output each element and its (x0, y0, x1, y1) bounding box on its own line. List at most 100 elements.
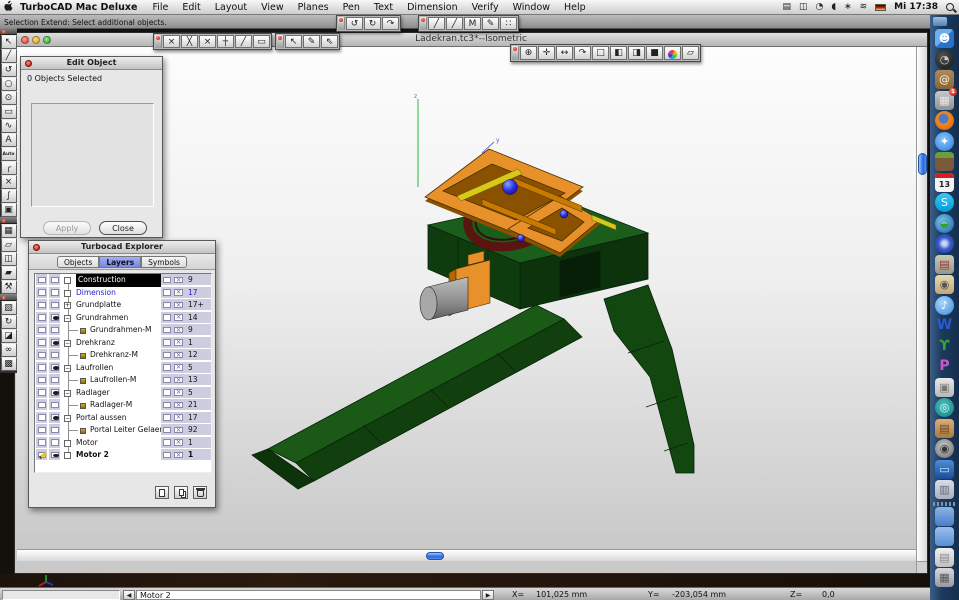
layer-visibility-cell[interactable] (49, 336, 61, 349)
text-tool[interactable]: A (0, 133, 17, 147)
dock-preview[interactable]: ▦ 1 (935, 87, 957, 110)
ellipse-tool[interactable]: ⊙ (0, 91, 17, 105)
rotate-view-tool[interactable]: ↷ (574, 46, 591, 60)
box-3d-tool[interactable]: ▧ (0, 301, 17, 315)
layer-row[interactable]: − Portal aussen × 17 (35, 411, 211, 425)
visibility-checkbox[interactable] (50, 414, 59, 421)
explorer-title-bar[interactable]: Turbocad Explorer (29, 241, 215, 254)
visibility-checkbox[interactable] (50, 339, 59, 346)
extrude-tool[interactable]: ◫ (0, 252, 17, 266)
time-machine-icon[interactable]: ◔ (815, 2, 823, 12)
dock-messenger[interactable]: ϒ (935, 337, 954, 356)
airport-fan-icon[interactable]: ∗ (844, 2, 852, 12)
layer-visibility-cell[interactable] (49, 424, 61, 437)
layer-edit-cell[interactable] (36, 274, 48, 287)
layer-name[interactable]: Grundplatte (76, 299, 121, 312)
horizontal-scroll-thumb[interactable] (426, 551, 444, 560)
document-title-bar[interactable]: Ladekran.tc3*--Isometric (15, 33, 927, 47)
duplicate-tool[interactable]: ▣ (0, 203, 17, 217)
layer-name[interactable]: Motor (76, 437, 98, 450)
edit-checkbox[interactable] (37, 376, 46, 383)
slab-tool[interactable]: ▰ (0, 266, 17, 280)
tree-node-toggle[interactable] (64, 452, 71, 459)
input-language-flag-icon[interactable] (875, 3, 887, 11)
edit-checkbox[interactable] (37, 339, 46, 346)
snap-cursor-tool[interactable]: ▭ (253, 35, 270, 48)
layer-edit-cell[interactable] (36, 436, 48, 449)
layer-x-box[interactable]: × (174, 389, 183, 396)
sync-icon[interactable]: ▤ (782, 2, 791, 12)
layer-edit-cell[interactable] (36, 424, 48, 437)
tree-node-toggle[interactable]: − (64, 314, 71, 322)
vertical-scrollbar[interactable] (916, 47, 927, 561)
layer-x-box[interactable]: × (174, 301, 183, 308)
visibility-checkbox[interactable] (50, 451, 59, 458)
edit-checkbox[interactable] (37, 414, 46, 421)
layer-row[interactable]: Laufrollen-M × 13 (35, 374, 211, 387)
select-tool[interactable]: ↖ (0, 35, 17, 49)
window-close-button[interactable] (21, 36, 29, 44)
visibility-checkbox[interactable] (50, 376, 59, 383)
layer-checkbox[interactable] (163, 326, 171, 333)
layer-row[interactable]: Radlager-M × 21 (35, 399, 211, 412)
tab-layers[interactable]: Layers (99, 256, 142, 268)
volume-icon[interactable]: ◖ (831, 2, 836, 12)
menu-file[interactable]: File (145, 2, 175, 13)
layer-x-box[interactable]: × (174, 276, 183, 283)
layer-checkbox[interactable] (163, 364, 171, 371)
tool-section-grip[interactable] (0, 294, 17, 301)
dock-address-book[interactable]: @ (935, 70, 954, 89)
active-layer-combo[interactable]: Motor 2 (136, 589, 481, 600)
dock-remote-desktop[interactable]: ▭ (935, 459, 954, 479)
dock-ical[interactable]: 13 (935, 172, 954, 192)
layer-edit-cell[interactable] (36, 324, 48, 337)
next-layer-button[interactable]: ▶ (482, 589, 494, 600)
visibility-checkbox[interactable] (50, 426, 59, 433)
dock-downloads-stack[interactable]: ▤ (935, 547, 954, 567)
layer-checkbox[interactable] (163, 401, 171, 408)
layer-row[interactable]: − Drehkranz × 1 (35, 336, 211, 350)
tree-node-toggle[interactable]: + (64, 302, 71, 309)
layer-checkbox[interactable] (163, 426, 171, 433)
visibility-checkbox[interactable] (50, 364, 59, 371)
layer-row[interactable]: Dimension × 17 (35, 286, 211, 300)
spline-tool[interactable]: ∿ (0, 119, 17, 133)
render-3d-tool[interactable]: ▩ (0, 357, 17, 371)
layer-x-box[interactable]: × (174, 289, 183, 296)
layer-checkbox[interactable] (163, 451, 171, 458)
palette-close-button[interactable] (25, 60, 32, 67)
wifi-icon[interactable]: ≋ (860, 2, 868, 12)
layer-row[interactable]: + Grundplatte × 17+ (35, 299, 211, 312)
mesh-tool[interactable]: ▦ (0, 224, 17, 238)
visibility-checkbox[interactable] (50, 314, 59, 321)
close-button[interactable]: Close (99, 221, 147, 235)
layer-edit-cell[interactable] (36, 386, 48, 399)
arc-tool[interactable]: ↺ (0, 63, 17, 77)
visibility-checkbox[interactable] (50, 351, 59, 358)
tree-node-toggle[interactable]: − (64, 389, 71, 397)
layer-name[interactable]: Grundrahmen (76, 312, 128, 325)
layer-name[interactable]: Laufrollen (76, 362, 113, 375)
layer-visibility-cell[interactable] (49, 449, 61, 462)
layer-name[interactable]: Drehkranz-M (90, 349, 138, 362)
select-arrow-tool[interactable]: ↖ (285, 35, 302, 48)
menu-planes[interactable]: Planes (291, 2, 336, 13)
edit-checkbox[interactable] (37, 351, 46, 358)
layer-visibility-cell[interactable] (49, 399, 61, 412)
layer-checkbox[interactable] (163, 439, 171, 446)
rotate-angle-tool[interactable]: ↷ (382, 17, 399, 30)
layer-row[interactable]: − Grundrahmen × 14 (35, 311, 211, 325)
edit-checkbox[interactable] (37, 451, 47, 459)
tree-node-toggle[interactable] (64, 289, 71, 297)
layer-checkbox[interactable] (163, 314, 171, 321)
tab-objects[interactable]: Objects (57, 256, 100, 268)
layer-row[interactable]: − Laufrollen × 5 (35, 361, 211, 375)
edit-checkbox[interactable] (37, 439, 46, 446)
visibility-checkbox[interactable] (50, 401, 59, 408)
tree-node-toggle[interactable] (64, 277, 71, 284)
dock-dashboard[interactable]: ◔ (935, 49, 954, 69)
layer-edit-cell[interactable] (36, 336, 48, 349)
menu-clock[interactable]: Mi 17:38 (894, 2, 938, 12)
layer-visibility-cell[interactable] (49, 411, 61, 424)
chamfer-3d-tool[interactable]: ◪ (0, 329, 17, 343)
